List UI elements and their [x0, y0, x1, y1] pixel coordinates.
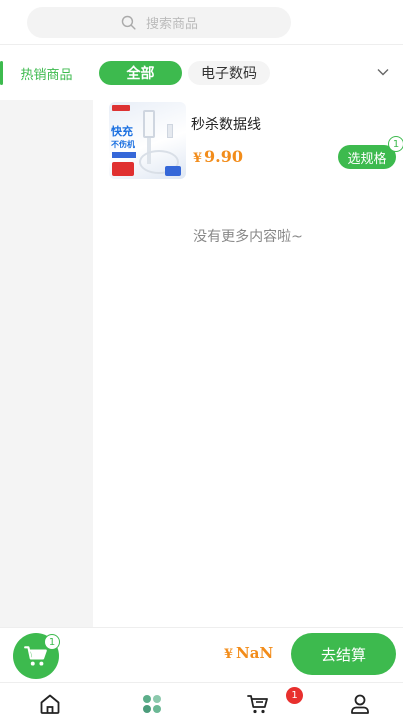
bottom-nav: 1 [0, 682, 403, 718]
thumb-stripe [112, 152, 136, 158]
search-icon [121, 15, 136, 30]
product-name[interactable]: 秒杀数据线 [191, 114, 261, 134]
product-price: ¥9.90 [193, 147, 243, 166]
user-icon [351, 694, 369, 714]
thumb-text-safe: 不伤机 [111, 140, 135, 149]
search-input[interactable]: 搜索商品 [27, 7, 291, 38]
cart-icon [247, 695, 268, 714]
tab-all[interactable]: 全部 [99, 61, 182, 85]
sidebar-item-label: 热销商品 [20, 67, 73, 83]
sidebar-item-hot[interactable]: 热销商品 [0, 57, 93, 89]
tab-digital[interactable]: 电子数码 [188, 61, 270, 85]
cart-nav-badge: 1 [286, 687, 303, 704]
thumb-text-fast: 快充 [111, 125, 133, 138]
select-spec-button[interactable]: 选规格 [338, 145, 396, 169]
home-icon [40, 694, 60, 714]
thumb-micro-plug [167, 124, 173, 138]
total-price: ¥ NaN [224, 644, 273, 662]
nav-cart[interactable] [246, 692, 270, 716]
thumb-promo [112, 162, 134, 176]
currency-symbol: ¥ [193, 151, 203, 166]
total-currency: ¥ [224, 647, 234, 662]
search-placeholder: 搜索商品 [145, 17, 198, 32]
chevron-down-icon[interactable] [376, 65, 390, 79]
nav-category[interactable] [140, 692, 164, 716]
total-value: NaN [236, 644, 274, 662]
thumb-usb-plug [143, 110, 155, 138]
checkout-bar: 1 ¥ NaN 去结算 [0, 627, 403, 682]
category-sidebar [0, 100, 93, 627]
nav-profile[interactable] [348, 692, 372, 716]
product-card[interactable]: 快充 不伤机 秒杀数据线 ¥9.90 选规格 1 [109, 102, 403, 180]
list-end-text: 没有更多内容啦~ [193, 229, 303, 245]
thumb-tag [165, 166, 181, 176]
product-image[interactable]: 快充 不伤机 [109, 102, 186, 179]
selected-count-badge: 1 [388, 136, 403, 152]
category-header: 热销商品 全部 电子数码 [0, 45, 403, 100]
cart-count-badge: 1 [44, 634, 60, 650]
checkout-button[interactable]: 去结算 [291, 633, 396, 675]
active-indicator [0, 61, 3, 85]
brand-logo [112, 105, 130, 111]
price-value: 9.90 [204, 147, 244, 166]
category-icon [143, 695, 161, 713]
search-bar: 搜索商品 [0, 0, 403, 45]
nav-home[interactable] [38, 692, 62, 716]
